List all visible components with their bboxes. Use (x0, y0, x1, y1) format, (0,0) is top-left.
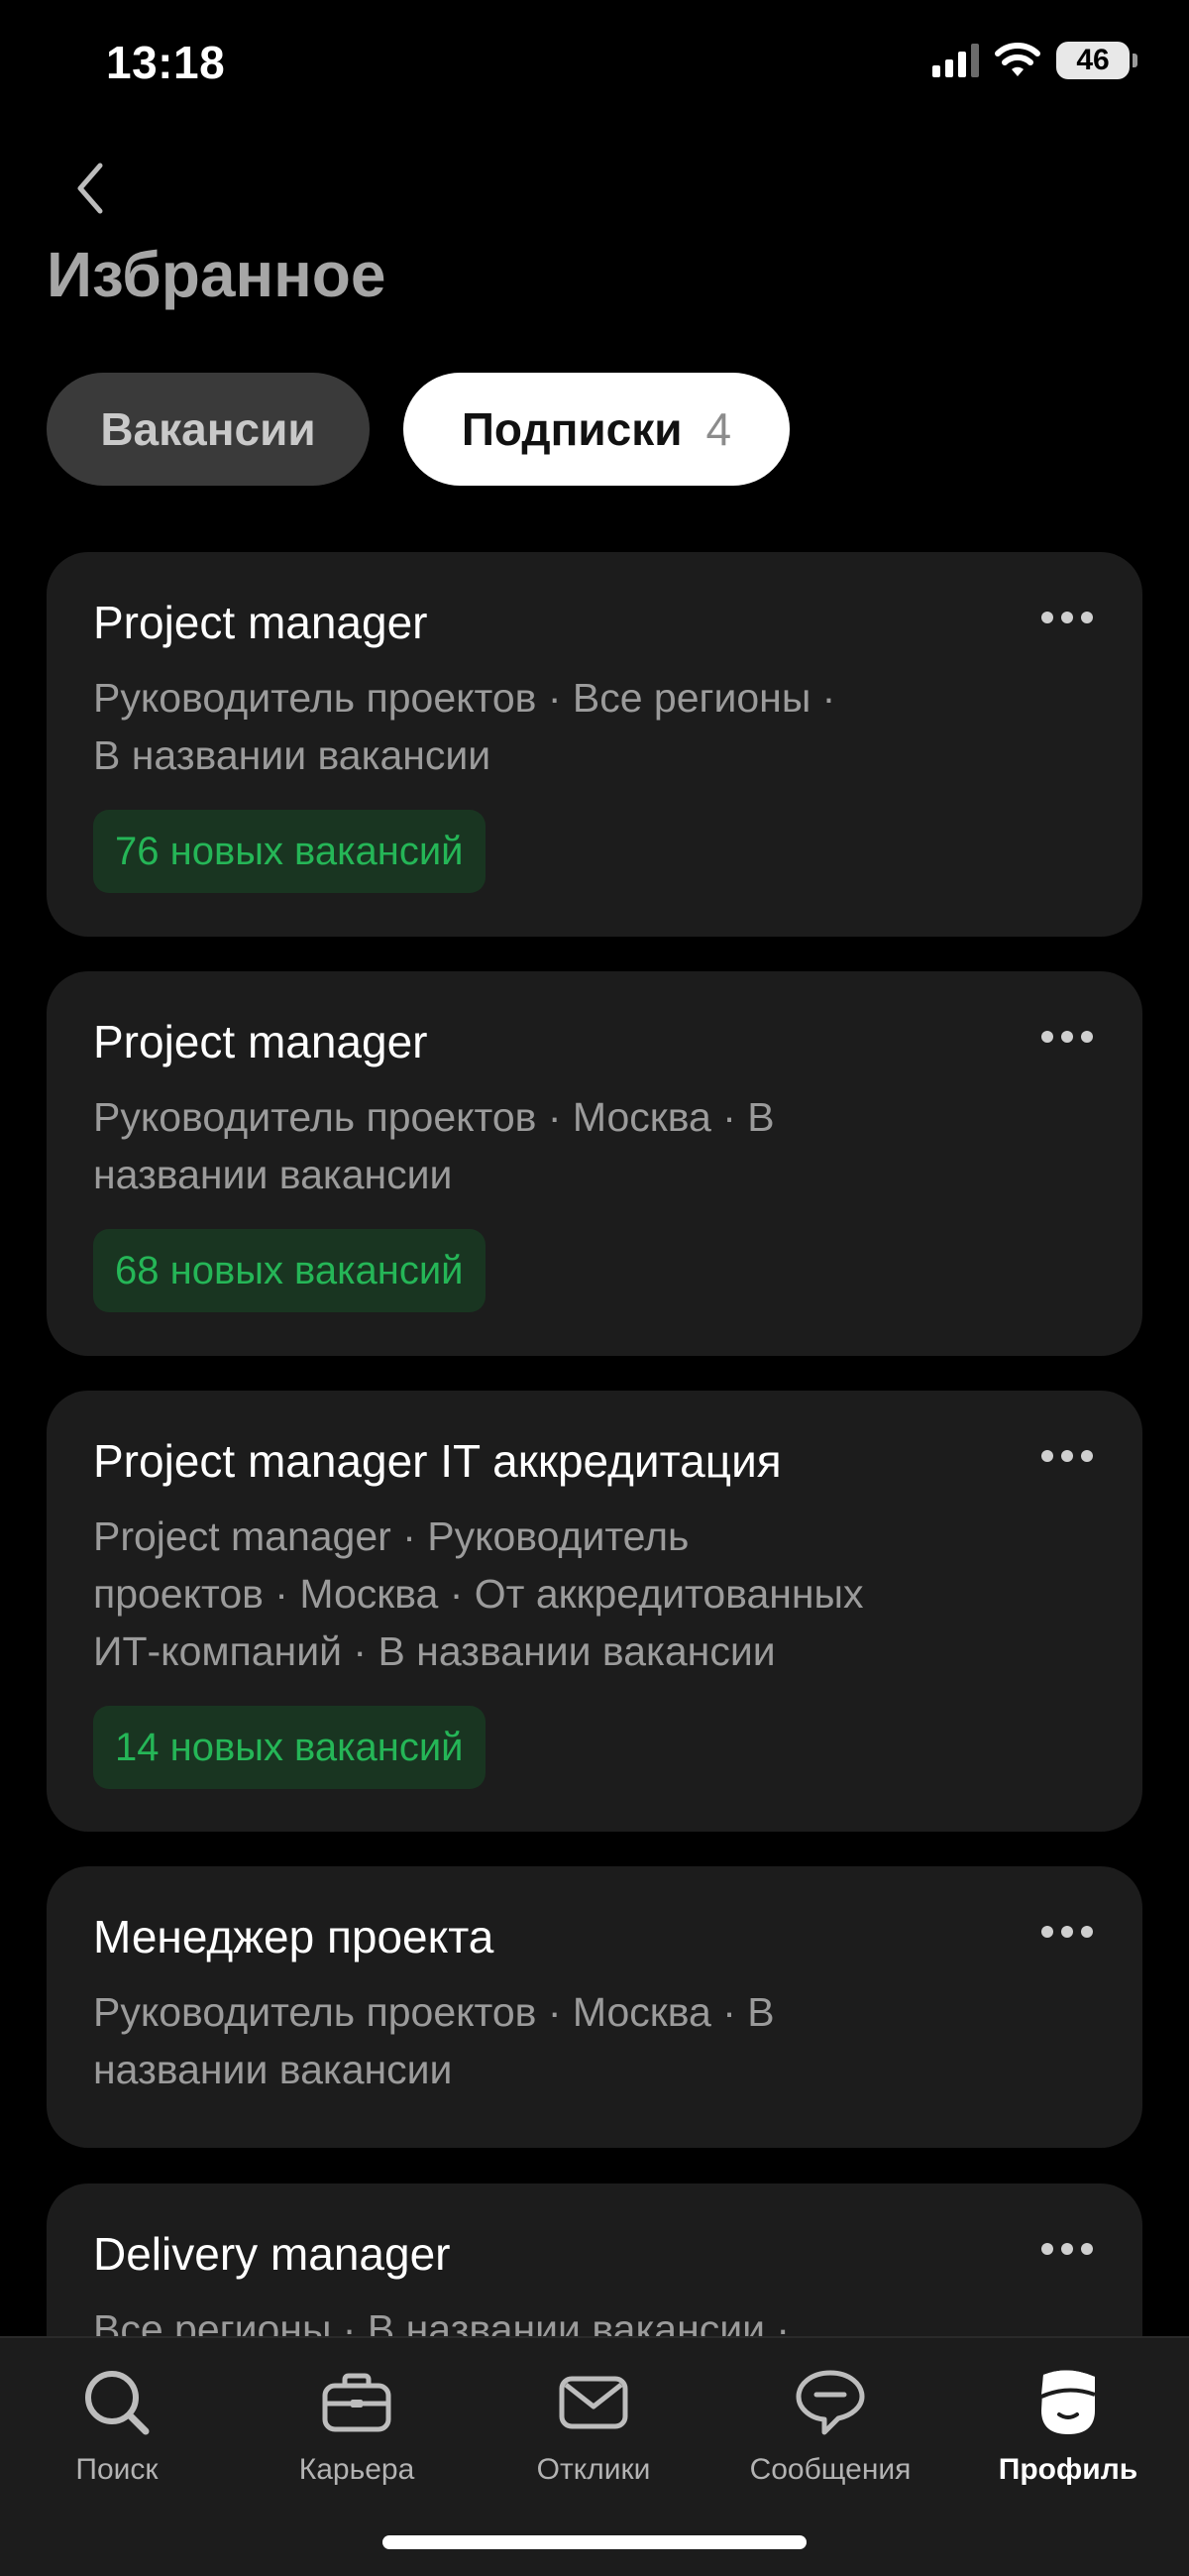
more-icon (1041, 2243, 1053, 2255)
battery-icon: 46 (1056, 42, 1137, 79)
subscription-card[interactable]: Project manager IT аккредитация Project … (47, 1391, 1142, 1832)
subscription-card[interactable]: Менеджер проекта Руководитель проектов ·… (47, 1866, 1142, 2148)
subscription-title: Delivery manager (93, 2228, 451, 2280)
nav-messages[interactable]: Сообщения (721, 2358, 939, 2487)
more-options-button[interactable] (1041, 1450, 1093, 1462)
status-bar: 13:18 46 (0, 0, 1189, 129)
subscription-description: Руководитель проектов · Москва · В назва… (93, 1989, 775, 2092)
subscription-title: Project manager (93, 597, 428, 648)
status-icons: 46 (932, 42, 1137, 79)
tab-subscriptions-count: 4 (705, 403, 732, 455)
tab-subscriptions[interactable]: Подписки 4 (403, 373, 790, 486)
tab-vacancies[interactable]: Вакансии (47, 373, 370, 486)
more-options-button[interactable] (1041, 1031, 1093, 1043)
briefcase-icon (322, 2373, 391, 2432)
envelope-icon (559, 2376, 628, 2429)
tab-subscriptions-label: Подписки (461, 403, 683, 455)
subscription-description: Project manager · Руководитель проектов … (93, 1513, 864, 1674)
new-vacancies-badge: 76 новых вакансий (93, 810, 486, 893)
chevron-left-icon (77, 163, 103, 214)
search-icon (85, 2371, 150, 2435)
new-vacancies-badge: 68 новых вакансий (93, 1229, 486, 1312)
more-options-button[interactable] (1041, 612, 1093, 623)
nav-search[interactable]: Поиск (8, 2358, 226, 2487)
subscription-description: Руководитель проектов · Все регионы · В … (93, 675, 836, 778)
new-vacancies-badge: 14 новых вакансий (93, 1706, 486, 1789)
status-time: 13:18 (106, 37, 226, 88)
profile-icon (1040, 2370, 1096, 2434)
page-title: Избранное (47, 239, 386, 310)
subscription-title: Менеджер проекта (93, 1911, 494, 1962)
signal-icon (932, 44, 979, 77)
more-icon (1041, 1031, 1053, 1043)
chat-icon (796, 2370, 865, 2435)
tab-vacancies-label: Вакансии (100, 403, 316, 455)
more-icon (1041, 612, 1053, 623)
tab-bar: Вакансии Подписки 4 (47, 373, 790, 486)
nav-career[interactable]: Карьера (248, 2358, 466, 2487)
back-button[interactable] (59, 159, 119, 218)
more-options-button[interactable] (1041, 2243, 1093, 2255)
home-indicator (382, 2535, 807, 2549)
subscription-card[interactable]: Project manager Руководитель проектов · … (47, 552, 1142, 937)
subscription-description: Руководитель проектов · Москва · В назва… (93, 1094, 775, 1197)
subscription-card[interactable]: Project manager Руководитель проектов · … (47, 971, 1142, 1356)
more-options-button[interactable] (1041, 1926, 1093, 1938)
wifi-icon (995, 43, 1040, 76)
nav-responses[interactable]: Отклики (485, 2358, 703, 2487)
nav-profile[interactable]: Профиль (959, 2358, 1177, 2487)
more-icon (1041, 1926, 1053, 1938)
subscription-title: Project manager IT аккредитация (93, 1435, 782, 1487)
more-icon (1041, 1450, 1053, 1462)
subscription-title: Project manager (93, 1016, 428, 1067)
